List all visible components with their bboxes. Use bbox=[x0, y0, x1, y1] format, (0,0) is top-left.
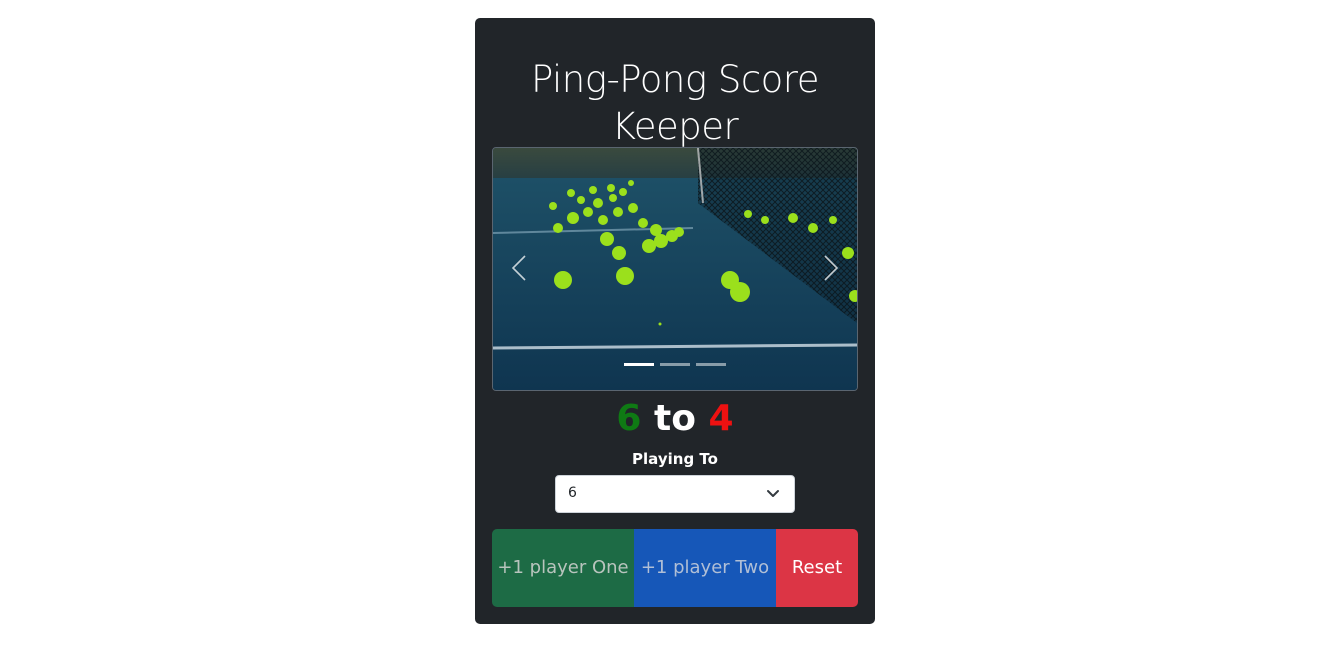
image-carousel[interactable] bbox=[492, 147, 858, 391]
playing-to-value: 6 bbox=[568, 485, 577, 501]
carousel-indicators bbox=[493, 363, 857, 366]
player-one-add-button[interactable]: +1 player One bbox=[492, 529, 634, 607]
button-group: +1 player One +1 player Two Reset bbox=[492, 529, 858, 607]
carousel-indicator-3[interactable] bbox=[696, 363, 726, 366]
carousel-image bbox=[493, 148, 857, 390]
carousel-indicator-2[interactable] bbox=[660, 363, 690, 366]
reset-button[interactable]: Reset bbox=[776, 529, 858, 607]
score-display: 6 to 4 bbox=[475, 396, 875, 442]
chevron-right-icon bbox=[824, 255, 839, 281]
player-two-score: 4 bbox=[708, 398, 734, 439]
score-keeper-card: Ping-Pong Score Keeper 6 to 4 Playing To… bbox=[475, 18, 875, 624]
playing-to-select[interactable]: 6 bbox=[555, 475, 795, 513]
carousel-indicator-1[interactable] bbox=[624, 363, 654, 366]
playing-to-label: Playing To bbox=[632, 450, 718, 468]
carousel-next-button[interactable] bbox=[815, 248, 845, 288]
chevron-down-icon bbox=[767, 490, 779, 497]
score-separator: to bbox=[654, 398, 696, 439]
carousel-prev-button[interactable] bbox=[505, 248, 535, 288]
player-two-add-button[interactable]: +1 player Two bbox=[634, 529, 776, 607]
page-title: Ping-Pong Score Keeper bbox=[531, 58, 819, 148]
chevron-left-icon bbox=[511, 255, 526, 281]
player-one-score: 6 bbox=[616, 398, 642, 439]
